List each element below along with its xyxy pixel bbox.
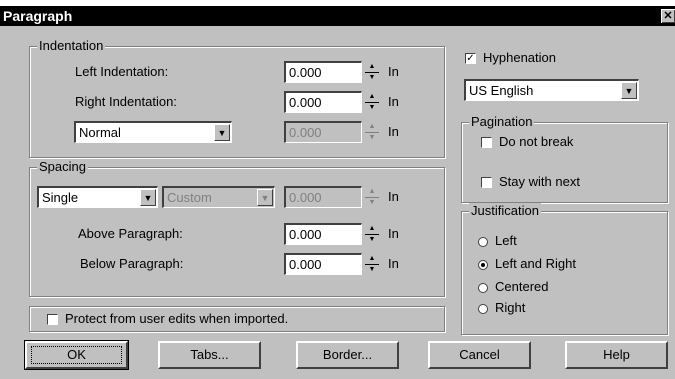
below-paragraph-unit: In bbox=[388, 256, 399, 271]
below-paragraph-spinner[interactable]: ▲ ▼ bbox=[365, 253, 379, 275]
justify-right-label[interactable]: Right bbox=[495, 300, 525, 315]
close-icon[interactable]: ✕ bbox=[661, 9, 675, 23]
border-button-label: Border... bbox=[322, 347, 373, 362]
justification-group: Justification bbox=[461, 203, 668, 335]
ok-button[interactable]: OK bbox=[24, 340, 129, 370]
indentation-value-unit: In bbox=[388, 124, 399, 139]
left-indentation-label: Left Indentation: bbox=[75, 64, 169, 79]
chevron-down-icon[interactable]: ▼ bbox=[140, 189, 156, 206]
cancel-button-label: Cancel bbox=[459, 347, 500, 362]
spin-down-icon: ▼ bbox=[368, 199, 376, 206]
justify-right-radio[interactable] bbox=[478, 304, 488, 314]
above-paragraph-spinner[interactable]: ▲ ▼ bbox=[365, 223, 379, 245]
indentation-value-input: 0.000 bbox=[284, 121, 362, 143]
stay-with-next-label[interactable]: Stay with next bbox=[499, 174, 580, 189]
focus-ring bbox=[31, 346, 122, 364]
justify-left-radio[interactable] bbox=[478, 237, 488, 247]
paragraph-dialog: Paragraph ✕ Indentation Left Indentation… bbox=[0, 6, 675, 379]
stay-with-next-checkbox[interactable] bbox=[481, 177, 492, 188]
spacing-value-unit: In bbox=[388, 189, 399, 204]
pagination-group-label: Pagination bbox=[469, 114, 535, 130]
title-bar: Paragraph ✕ bbox=[0, 6, 675, 26]
spin-down-icon[interactable]: ▼ bbox=[365, 264, 379, 275]
spacing-value-spinner: ▲ ▼ bbox=[365, 186, 379, 208]
hyphenation-checkbox[interactable]: ✓ bbox=[465, 53, 476, 64]
indentation-value-spinner: ▲ ▼ bbox=[365, 121, 379, 143]
left-indentation-spinner[interactable]: ▲ ▼ bbox=[365, 61, 379, 83]
custom-spacing-select: Custom ▼ bbox=[162, 186, 275, 208]
language-value: US English bbox=[469, 83, 534, 98]
line-spacing-select[interactable]: Single ▼ bbox=[37, 186, 158, 208]
spin-down-icon: ▼ bbox=[368, 134, 376, 141]
right-indentation-unit: In bbox=[388, 94, 399, 109]
chevron-down-icon[interactable]: ▼ bbox=[214, 124, 230, 141]
right-indentation-input[interactable]: 0.000 bbox=[284, 91, 362, 113]
language-select[interactable]: US English ▼ bbox=[464, 79, 639, 101]
below-paragraph-input[interactable]: 0.000 bbox=[284, 253, 362, 275]
help-button-label: Help bbox=[603, 347, 630, 362]
spin-down-icon[interactable]: ▼ bbox=[365, 102, 379, 113]
cancel-button[interactable]: Cancel bbox=[428, 341, 531, 369]
left-indentation-unit: In bbox=[388, 64, 399, 79]
justify-left-right-label[interactable]: Left and Right bbox=[495, 256, 576, 271]
indentation-style-value: Normal bbox=[79, 125, 121, 140]
do-not-break-checkbox[interactable] bbox=[481, 137, 492, 148]
border-button[interactable]: Border... bbox=[296, 341, 399, 369]
above-paragraph-unit: In bbox=[388, 226, 399, 241]
spacing-group-label: Spacing bbox=[37, 159, 88, 175]
dialog-title: Paragraph bbox=[3, 8, 73, 24]
right-indentation-spinner[interactable]: ▲ ▼ bbox=[365, 91, 379, 113]
line-spacing-value: Single bbox=[42, 190, 79, 205]
tabs-button-label: Tabs... bbox=[190, 347, 229, 362]
tabs-button[interactable]: Tabs... bbox=[158, 341, 261, 369]
justify-left-label[interactable]: Left bbox=[495, 233, 517, 248]
below-paragraph-label: Below Paragraph: bbox=[80, 256, 184, 271]
justify-centered-radio[interactable] bbox=[478, 283, 488, 293]
justify-centered-label[interactable]: Centered bbox=[495, 279, 548, 294]
spin-down-icon[interactable]: ▼ bbox=[365, 234, 379, 245]
do-not-break-label[interactable]: Do not break bbox=[499, 134, 573, 149]
custom-spacing-value: Custom bbox=[167, 190, 212, 205]
justify-left-right-radio[interactable] bbox=[478, 260, 488, 270]
spacing-value-input: 0.000 bbox=[284, 186, 362, 208]
chevron-down-icon[interactable]: ▼ bbox=[621, 82, 637, 99]
above-paragraph-label: Above Paragraph: bbox=[78, 226, 183, 241]
indentation-style-select[interactable]: Normal ▼ bbox=[74, 121, 232, 143]
help-button[interactable]: Help bbox=[565, 341, 668, 369]
justification-group-label: Justification bbox=[469, 203, 541, 219]
left-indentation-input[interactable]: 0.000 bbox=[284, 61, 362, 83]
protect-label[interactable]: Protect from user edits when imported. bbox=[65, 311, 288, 326]
chevron-down-icon: ▼ bbox=[257, 189, 273, 206]
spin-down-icon[interactable]: ▼ bbox=[365, 72, 379, 83]
right-indentation-label: Right Indentation: bbox=[75, 94, 177, 109]
hyphenation-label[interactable]: Hyphenation bbox=[483, 50, 556, 65]
indentation-group-label: Indentation bbox=[37, 38, 106, 54]
protect-checkbox[interactable] bbox=[47, 314, 58, 325]
above-paragraph-input[interactable]: 0.000 bbox=[284, 223, 362, 245]
